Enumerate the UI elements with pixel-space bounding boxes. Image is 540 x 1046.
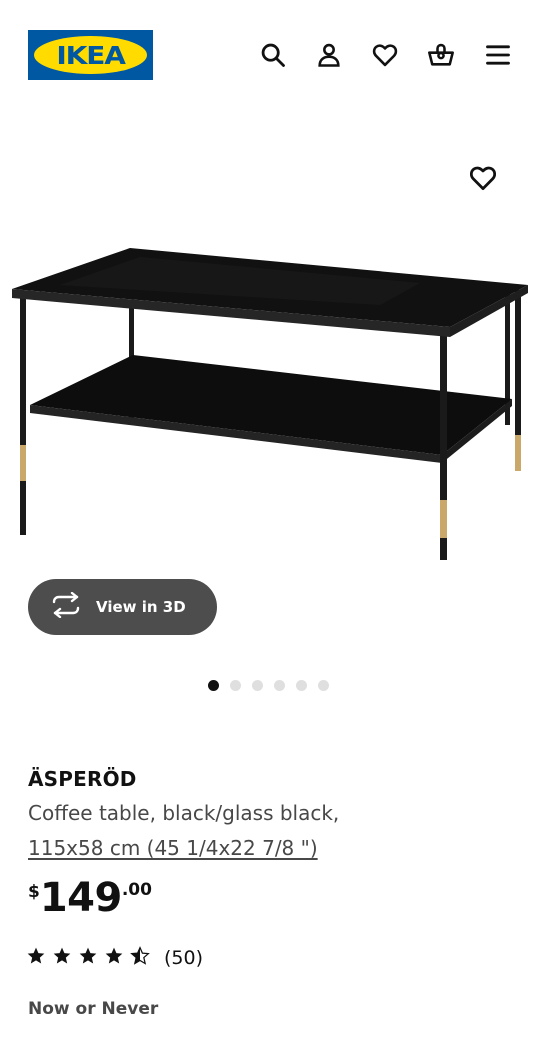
rotate-3d-icon <box>50 591 82 622</box>
star-full-icon <box>78 946 104 970</box>
view-in-3d-button[interactable]: View in 3D <box>28 579 217 635</box>
favourites-icon[interactable] <box>370 40 400 70</box>
gallery-pagination <box>208 680 329 691</box>
gallery-dot[interactable] <box>274 680 285 691</box>
add-to-favourites-icon[interactable] <box>468 163 500 195</box>
gallery-dot[interactable] <box>318 680 329 691</box>
product-name: ÄSPERÖD <box>28 767 137 791</box>
product-description: Coffee table, black/glass black, <box>28 801 340 825</box>
star-full-icon <box>26 946 52 970</box>
gallery-dot[interactable] <box>296 680 307 691</box>
product-rating[interactable]: (50) <box>26 946 203 970</box>
gallery-dot[interactable] <box>208 680 219 691</box>
ikea-logo[interactable]: IKEA <box>28 30 153 80</box>
price-integer: 149 <box>39 875 123 921</box>
account-icon[interactable] <box>314 40 344 70</box>
basket-icon[interactable] <box>426 40 456 70</box>
view-in-3d-label: View in 3D <box>96 598 186 616</box>
logo-oval: IKEA <box>34 36 147 74</box>
gallery-dot[interactable] <box>230 680 241 691</box>
product-badge: Now or Never <box>28 999 159 1019</box>
price-decimals: .00 <box>121 880 152 900</box>
logo-text: IKEA <box>56 40 126 70</box>
site-header: IKEA <box>0 0 540 110</box>
star-full-icon <box>104 946 130 970</box>
star-full-icon <box>52 946 78 970</box>
product-size-link[interactable]: 115x58 cm (45 1/4x22 7/8 ") <box>28 836 318 860</box>
product-price: $ 149 .00 <box>28 872 152 924</box>
price-currency: $ <box>28 882 40 902</box>
menu-icon[interactable] <box>483 40 513 70</box>
product-image[interactable] <box>0 205 540 627</box>
search-icon[interactable] <box>258 40 288 70</box>
gallery-dot[interactable] <box>252 680 263 691</box>
star-half-icon <box>130 946 156 970</box>
rating-count: (50) <box>164 947 204 969</box>
